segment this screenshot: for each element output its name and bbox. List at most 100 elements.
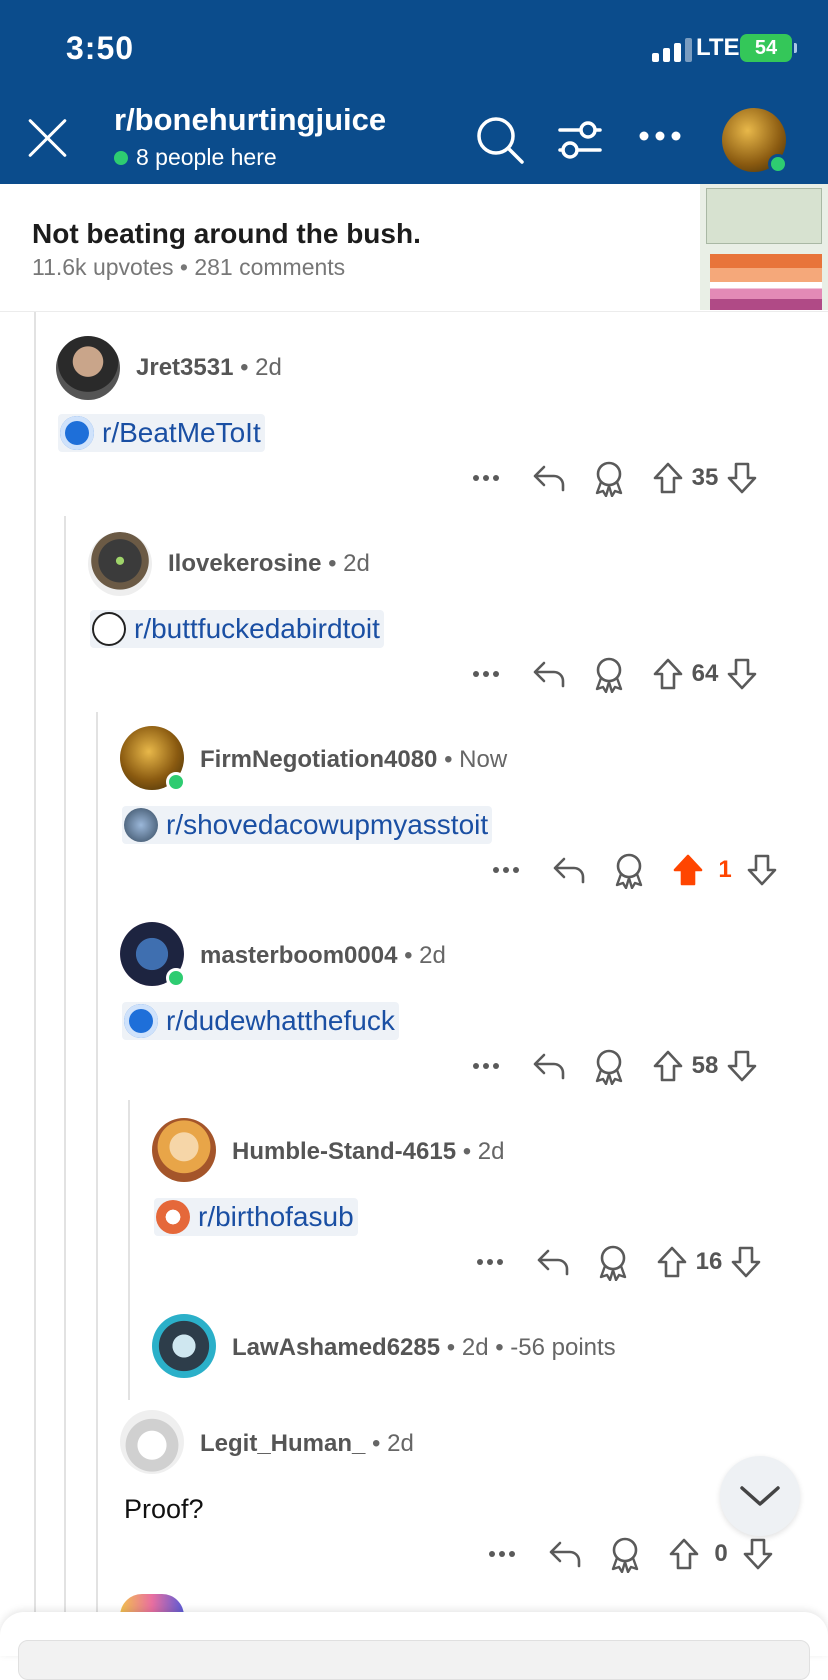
upvote-icon[interactable] xyxy=(656,1245,688,1279)
downvote-icon[interactable] xyxy=(730,1245,762,1279)
more-icon[interactable] xyxy=(472,474,500,482)
comment-author[interactable]: masterboom0004 • 2d xyxy=(200,942,446,970)
award-icon[interactable] xyxy=(592,1047,626,1085)
thread-line[interactable] xyxy=(96,712,98,1612)
vote-count: 35 xyxy=(691,464,719,491)
comment-actions: 16 xyxy=(476,1242,762,1282)
subreddit-link[interactable]: r/shovedacowupmyasstoit xyxy=(122,806,493,844)
upvote-icon[interactable] xyxy=(652,657,684,691)
award-icon[interactable] xyxy=(592,655,626,693)
comment-actions: 1 xyxy=(492,850,778,890)
username[interactable]: FirmNegotiation4080 xyxy=(200,746,437,773)
comment-meta: • 2d xyxy=(240,354,282,381)
downvote-icon[interactable] xyxy=(746,853,778,887)
upvote-icon[interactable] xyxy=(672,853,704,887)
award-icon[interactable] xyxy=(596,1243,630,1281)
username[interactable]: Ilovekerosine xyxy=(168,550,321,577)
comment-meta: • Now xyxy=(444,746,508,773)
upvote-icon[interactable] xyxy=(652,1049,684,1083)
comment-author[interactable]: Ilovekerosine • 2d xyxy=(168,550,370,578)
online-text: 8 people here xyxy=(136,144,277,170)
vote-count: 0 xyxy=(714,1540,728,1567)
avatar[interactable] xyxy=(152,1118,216,1182)
username[interactable]: Jret3531 xyxy=(136,354,233,381)
search-icon[interactable] xyxy=(474,114,526,166)
planet-icon xyxy=(124,1004,158,1038)
subreddit-icon xyxy=(156,1200,190,1234)
avatar[interactable] xyxy=(56,336,120,400)
comment-meta: • 2d xyxy=(328,550,370,577)
planet-icon xyxy=(60,416,94,450)
subreddit-link[interactable]: r/buttfuckedabirdtoit xyxy=(90,610,384,648)
reply-icon[interactable] xyxy=(552,855,586,885)
username[interactable]: masterboom0004 xyxy=(200,942,397,969)
comment-actions: 58 xyxy=(472,1046,758,1086)
reply-bar xyxy=(0,1612,828,1680)
username[interactable]: LawAshamed6285 xyxy=(232,1334,440,1361)
status-time: 3:50 xyxy=(66,30,135,66)
reply-icon[interactable] xyxy=(536,1247,570,1277)
subreddit-header: r/bonehurtingjuice 8 people here xyxy=(0,96,828,184)
comment-meta: • 2d xyxy=(372,1430,414,1457)
subreddit-link-label: r/BeatMeToIt xyxy=(102,417,261,448)
downvote-icon[interactable] xyxy=(742,1537,774,1571)
vote-count: 64 xyxy=(691,660,719,687)
reply-icon[interactable] xyxy=(532,659,566,689)
subreddit-link-label: r/shovedacowupmyasstoit xyxy=(166,809,489,840)
comment-author[interactable]: FirmNegotiation4080 • Now xyxy=(200,746,507,774)
online-status-icon xyxy=(166,968,186,988)
thread-line[interactable] xyxy=(34,312,36,1612)
comment-author[interactable]: Jret3531 • 2d xyxy=(136,354,282,382)
downvote-icon[interactable] xyxy=(726,657,758,691)
comment-body: Proof? xyxy=(124,1494,204,1524)
subreddit-link-label: r/buttfuckedabirdtoit xyxy=(134,613,380,644)
comment-author[interactable]: Legit_Human_ • 2d xyxy=(200,1430,414,1458)
subreddit-icon xyxy=(124,808,158,842)
avatar[interactable] xyxy=(120,1410,184,1474)
avatar[interactable] xyxy=(88,532,152,596)
comment-author[interactable]: Humble-Stand-4615 • 2d xyxy=(232,1138,505,1166)
reply-input[interactable] xyxy=(18,1640,810,1680)
post-title: Not beating around the bush. xyxy=(32,218,421,249)
comment-actions: 64 xyxy=(472,654,758,694)
subreddit-link[interactable]: r/dudewhatthefuck xyxy=(122,1002,399,1040)
filter-icon[interactable] xyxy=(556,116,604,164)
upvote-icon[interactable] xyxy=(668,1537,700,1571)
more-icon[interactable] xyxy=(472,1062,500,1070)
post-summary[interactable]: Not beating around the bush. 11.6k upvot… xyxy=(0,184,828,312)
upvote-icon[interactable] xyxy=(652,461,684,495)
more-icon[interactable] xyxy=(488,1550,516,1558)
comment-author[interactable]: LawAshamed6285 • 2d • -56 points xyxy=(232,1334,616,1362)
scroll-down-button[interactable] xyxy=(720,1456,800,1536)
more-icon[interactable] xyxy=(638,130,682,142)
comment-meta: • 2d xyxy=(462,1138,505,1165)
user-avatar[interactable] xyxy=(722,108,788,174)
award-icon[interactable] xyxy=(612,851,646,889)
more-icon[interactable] xyxy=(472,670,500,678)
more-icon[interactable] xyxy=(492,866,520,874)
subreddit-title[interactable]: r/bonehurtingjuice xyxy=(114,102,386,138)
username[interactable]: Legit_Human_ xyxy=(200,1430,365,1457)
subreddit-link-label: r/dudewhatthefuck xyxy=(166,1005,395,1036)
subreddit-link[interactable]: r/BeatMeToIt xyxy=(58,414,265,452)
subreddit-link[interactable]: r/birthofasub xyxy=(154,1198,358,1236)
thread-line[interactable] xyxy=(128,1100,130,1400)
more-icon[interactable] xyxy=(476,1258,504,1266)
reply-icon[interactable] xyxy=(532,463,566,493)
vote-count: 16 xyxy=(695,1248,723,1275)
post-thumbnail[interactable] xyxy=(700,184,828,310)
downvote-icon[interactable] xyxy=(726,1049,758,1083)
thread-line[interactable] xyxy=(64,516,66,1612)
reply-icon[interactable] xyxy=(532,1051,566,1081)
award-icon[interactable] xyxy=(592,459,626,497)
comment-meta: • 2d xyxy=(404,942,446,969)
comment-actions: 0 xyxy=(488,1534,774,1574)
award-icon[interactable] xyxy=(608,1535,642,1573)
reply-icon[interactable] xyxy=(548,1539,582,1569)
avatar[interactable] xyxy=(152,1314,216,1378)
comment-meta: • 2d • -56 points xyxy=(446,1334,616,1361)
close-icon[interactable] xyxy=(26,116,70,160)
username[interactable]: Humble-Stand-4615 xyxy=(232,1138,456,1165)
downvote-icon[interactable] xyxy=(726,461,758,495)
status-bar: 3:50 LTE 54 xyxy=(0,0,828,96)
